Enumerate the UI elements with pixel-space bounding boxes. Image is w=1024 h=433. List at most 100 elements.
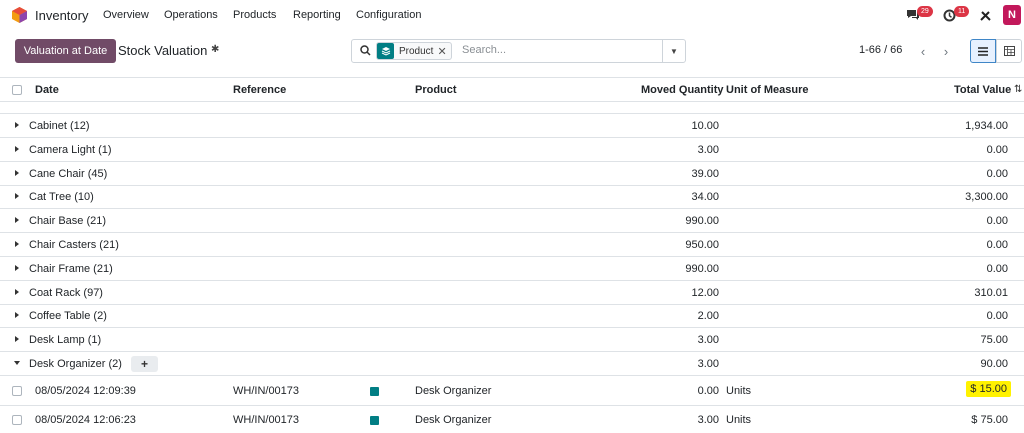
group-label: Chair Casters (21) <box>29 239 119 251</box>
group-label: Chair Frame (21) <box>29 263 113 275</box>
record-product: Desk Organizer <box>415 414 492 426</box>
group-row[interactable]: Cane Chair (45) 39.00 0.00 <box>0 162 1024 186</box>
tools-icon[interactable] <box>979 9 992 22</box>
group-label: Coat Rack (97) <box>29 287 103 299</box>
group-row[interactable]: Camera Light (1) 3.00 0.00 <box>0 138 1024 162</box>
search-options-toggle[interactable]: ▼ <box>662 40 685 62</box>
group-moved-quantity: 3.00 <box>697 144 719 156</box>
search-input[interactable] <box>462 44 652 56</box>
record-date: 08/05/2024 12:06:23 <box>35 414 136 426</box>
caret-right-icon <box>15 289 19 295</box>
page-title: Stock Valuation <box>118 43 208 58</box>
record-reference: WH/IN/00173 <box>233 414 300 426</box>
column-header-reference[interactable]: Reference <box>233 84 286 96</box>
remove-facet-icon[interactable]: ✕ <box>437 45 450 58</box>
record-total-value: $ 75.00 <box>971 414 1008 426</box>
column-header-unit-of-measure[interactable]: Unit of Measure <box>726 84 809 96</box>
group-row[interactable]: Chair Base (21) 990.00 0.00 <box>0 209 1024 233</box>
record-uom: Units <box>726 385 752 397</box>
caret-right-icon <box>15 170 19 176</box>
group-moved-quantity: 34.00 <box>691 191 719 203</box>
valuation-at-date-button[interactable]: Valuation at Date <box>15 39 116 63</box>
caret-right-icon <box>15 217 19 223</box>
record-moved-quantity: 0.00 <box>697 385 719 397</box>
column-header-total-value[interactable]: Total Value <box>954 84 1011 96</box>
list-view-button[interactable] <box>970 39 996 63</box>
group-moved-quantity: 39.00 <box>691 168 719 180</box>
layers-icon <box>377 43 394 59</box>
column-header-product[interactable]: Product <box>415 84 457 96</box>
group-total-value: 75.00 <box>980 334 1008 346</box>
pager-next-button[interactable]: › <box>936 39 956 63</box>
group-label: Desk Lamp (1) <box>29 334 102 346</box>
book-icon[interactable] <box>370 387 379 396</box>
gear-icon[interactable]: ✱ <box>211 44 219 55</box>
top-navbar: Inventory Overview Operations Products R… <box>0 0 1024 31</box>
pivot-view-button[interactable] <box>996 39 1022 63</box>
table-row[interactable]: 08/05/2024 12:09:39 WH/IN/00173 Desk Org… <box>0 377 1024 406</box>
group-row[interactable]: Cabinet (12) 10.00 1,934.00 <box>0 114 1024 138</box>
group-moved-quantity: 3.00 <box>697 358 719 370</box>
group-total-value: 3,300.00 <box>965 191 1008 203</box>
pager-value[interactable]: 1-66 / 66 <box>859 44 902 56</box>
group-label: Chair Base (21) <box>29 215 107 227</box>
group-total-value: 0.00 <box>986 263 1008 275</box>
row-checkbox[interactable] <box>12 415 22 425</box>
record-product: Desk Organizer <box>415 385 492 397</box>
table-header: Date Reference Product Moved Quantity Un… <box>0 77 1024 102</box>
row-checkbox[interactable] <box>12 386 22 396</box>
group-total-value: 0.00 <box>986 310 1008 322</box>
group-label: Camera Light (1) <box>29 144 112 156</box>
group-label: Cabinet (12) <box>29 120 90 132</box>
menu-operations[interactable]: Operations <box>164 9 218 21</box>
caret-right-icon <box>15 241 19 247</box>
app-name[interactable]: Inventory <box>35 8 88 23</box>
group-row[interactable]: Cat Tree (10) 34.00 3,300.00 <box>0 185 1024 209</box>
search-bar: Product ✕ ▼ <box>351 39 686 63</box>
caret-down-icon: ▼ <box>670 46 678 56</box>
group-moved-quantity: 10.00 <box>691 120 719 132</box>
menu-reporting[interactable]: Reporting <box>293 9 341 21</box>
caret-right-icon <box>15 146 19 152</box>
add-record-button[interactable]: + <box>131 356 158 372</box>
search-icon <box>360 45 371 56</box>
menu-overview[interactable]: Overview <box>103 9 149 21</box>
group-total-value: 1,934.00 <box>965 120 1008 132</box>
caret-right-icon <box>15 312 19 318</box>
group-row[interactable]: Desk Lamp (1) 3.00 75.00 <box>0 328 1024 352</box>
caret-down-icon <box>14 361 20 365</box>
facet-label: Product <box>399 45 434 57</box>
record-reference: WH/IN/00173 <box>233 385 300 397</box>
group-total-value: 0.00 <box>986 144 1008 156</box>
group-moved-quantity: 3.00 <box>697 334 719 346</box>
record-moved-quantity: 3.00 <box>697 414 719 426</box>
group-moved-quantity: 990.00 <box>685 263 719 275</box>
menu-configuration[interactable]: Configuration <box>356 9 421 21</box>
select-all-checkbox[interactable] <box>12 85 22 95</box>
list-icon <box>978 46 988 56</box>
group-total-value: 0.00 <box>986 168 1008 180</box>
group-total-value: 310.01 <box>974 287 1008 299</box>
column-header-date[interactable]: Date <box>35 84 59 96</box>
inventory-app-icon[interactable] <box>12 7 27 23</box>
group-moved-quantity: 950.00 <box>685 239 719 251</box>
group-row[interactable]: Coffee Table (2) 2.00 0.00 <box>0 304 1024 328</box>
group-row[interactable]: Coat Rack (97) 12.00 310.01 <box>0 281 1024 305</box>
chevron-right-icon: › <box>943 43 949 59</box>
column-header-moved-quantity[interactable]: Moved Quantity <box>641 84 724 96</box>
book-icon[interactable] <box>370 416 379 425</box>
group-moved-quantity: 2.00 <box>697 310 719 322</box>
group-total-value: 90.00 <box>980 358 1008 370</box>
group-label: Coffee Table (2) <box>29 310 107 322</box>
group-row[interactable]: Chair Frame (21) 990.00 0.00 <box>0 257 1024 281</box>
group-label: Desk Organizer (2) <box>29 358 122 370</box>
group-row[interactable]: Chair Casters (21) 950.00 0.00 <box>0 233 1024 257</box>
column-options-icon[interactable]: ⇅ <box>1014 84 1022 95</box>
pivot-grid-icon <box>1003 46 1015 56</box>
table-row[interactable]: 08/05/2024 12:06:23 WH/IN/00173 Desk Org… <box>0 407 1024 433</box>
pager-previous-button[interactable]: ‹ <box>913 39 933 63</box>
group-row-open[interactable]: Desk Organizer (2) + 3.00 90.00 <box>0 352 1024 376</box>
user-avatar[interactable]: N <box>1003 5 1021 25</box>
caret-right-icon <box>15 193 19 199</box>
menu-products[interactable]: Products <box>233 9 276 21</box>
